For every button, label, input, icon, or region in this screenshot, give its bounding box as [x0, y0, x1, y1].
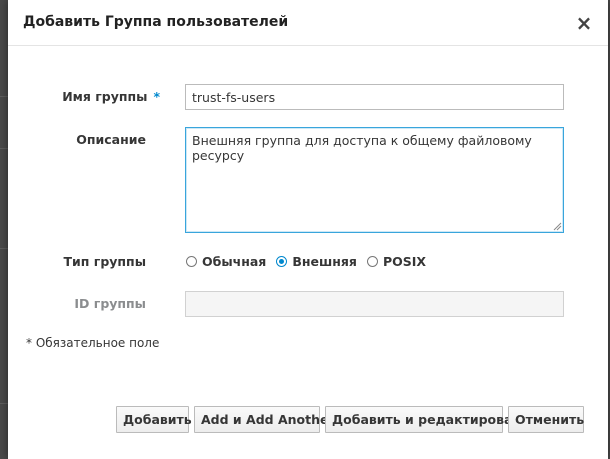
radio-checked-icon[interactable]: [276, 255, 288, 267]
group-id-input: [185, 291, 564, 317]
add-and-edit-button[interactable]: Добавить и редактировать: [325, 406, 528, 433]
add-group-dialog: Добавить Группа пользователей × Имя груп…: [8, 0, 608, 459]
radio-option-posix[interactable]: POSIX: [366, 253, 427, 269]
group-name-input[interactable]: [185, 84, 564, 110]
dialog-title: Добавить Группа пользователей: [23, 14, 289, 30]
group-type-radio-group: Обычная Внешняя POSIX: [186, 253, 436, 269]
add-button[interactable]: Добавить: [116, 406, 192, 433]
backdrop-divider: [0, 248, 8, 249]
required-star: *: [153, 89, 160, 104]
backdrop-divider: [0, 96, 8, 97]
description-textarea[interactable]: Внешняя группа для доступа к общему файл…: [185, 127, 564, 233]
radio-unchecked-icon[interactable]: [366, 255, 378, 267]
add-another-button[interactable]: Add и Add Another: [194, 406, 335, 433]
backdrop-divider: [0, 403, 8, 404]
group-name-label: Имя группы *: [48, 89, 160, 104]
radio-option-regular[interactable]: Обычная: [186, 254, 266, 269]
group-name-label-text: Имя группы: [62, 89, 148, 104]
radio-label-external: Внешняя: [292, 253, 357, 269]
close-icon[interactable]: ×: [574, 12, 594, 34]
resize-handle-icon[interactable]: [552, 221, 562, 231]
dialog-footer: Добавить Add и Add Another Добавить и ре…: [8, 406, 608, 434]
dialog-header: Добавить Группа пользователей ×: [8, 0, 608, 46]
group-id-label: ID группы: [74, 296, 146, 311]
radio-unchecked-icon[interactable]: [186, 255, 197, 267]
backdrop-divider: [0, 148, 8, 149]
required-field-note: * Обязательное поле: [26, 336, 160, 350]
cancel-button[interactable]: Отменить: [508, 406, 584, 433]
group-type-label: Тип группы: [63, 254, 146, 269]
description-label: Описание: [76, 132, 146, 147]
radio-option-external[interactable]: Внешняя: [276, 254, 357, 269]
radio-label-posix: POSIX: [382, 253, 427, 269]
radio-label-regular: Обычная: [202, 253, 267, 269]
